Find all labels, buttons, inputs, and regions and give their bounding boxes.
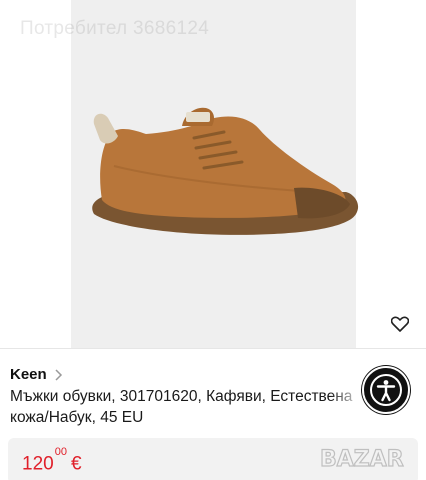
brand-name: Keen <box>10 366 47 383</box>
price-whole: 120 <box>22 453 54 475</box>
product-photo-area[interactable]: Потребител 3686124 <box>0 0 426 348</box>
favorite-button[interactable] <box>388 312 412 336</box>
divider <box>0 348 426 349</box>
brand-link[interactable]: Keen <box>10 366 63 383</box>
chevron-right-icon <box>55 368 62 381</box>
accessibility-icon <box>370 374 402 406</box>
shoe-image <box>92 107 359 235</box>
price-cents: 00 <box>54 446 67 458</box>
product-title: Мъжки обувки, 301701620, Кафяви, Естеств… <box>10 388 353 426</box>
price: 12000€ <box>22 446 82 475</box>
watermark-text: Потребител 3686124 <box>20 18 210 39</box>
bazar-logo: BAZAR <box>319 446 404 472</box>
accessibility-button[interactable] <box>362 366 410 414</box>
logo-text: BAZAR <box>320 447 404 472</box>
heart-outline-icon <box>391 316 409 332</box>
price-currency: € <box>70 453 82 475</box>
